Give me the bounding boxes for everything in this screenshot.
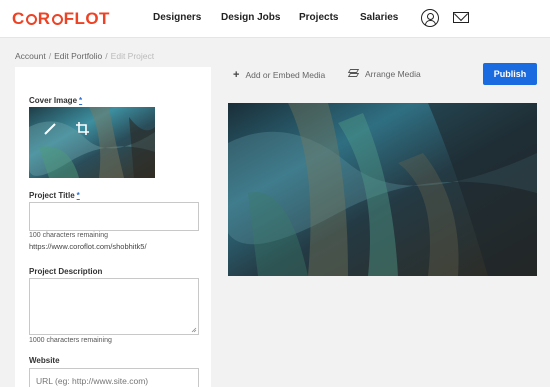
- resize-handle-icon[interactable]: [191, 327, 197, 333]
- website-label: Website: [29, 356, 60, 365]
- project-title-label: Project Title *: [29, 191, 80, 200]
- nav-design-jobs[interactable]: Design Jobs: [221, 12, 280, 23]
- nav-salaries[interactable]: Salaries: [360, 12, 398, 23]
- top-bar: C R FLOT Designers Design Jobs Projects Sa…: [0, 0, 550, 38]
- logo-letter-c: C: [12, 9, 25, 28]
- logo-letters-flot: FLOT: [63, 9, 110, 28]
- breadcrumb-edit-portfolio[interactable]: Edit Portfolio: [54, 51, 102, 61]
- title-characters-remaining: 100 characters remaining: [29, 232, 108, 239]
- project-description-field[interactable]: [29, 278, 199, 335]
- breadcrumb-edit-project: Edit Project: [110, 51, 155, 61]
- publish-button[interactable]: Publish: [483, 63, 537, 85]
- website-field[interactable]: [29, 368, 199, 387]
- plus-icon: +: [233, 69, 240, 81]
- coroflot-logo[interactable]: C R FLOT: [12, 9, 110, 29]
- arrange-media-label: Arrange Media: [365, 69, 421, 79]
- logo-o-ring: [51, 14, 63, 25]
- aerial-landscape-picture: [228, 103, 537, 276]
- logo-o-ring: [25, 14, 37, 25]
- add-embed-media-label: Add or Embed Media: [245, 70, 326, 80]
- add-embed-media-button[interactable]: + Add or Embed Media: [233, 69, 325, 81]
- arrange-media-button[interactable]: Arrange Media: [347, 69, 421, 79]
- layers-icon: [347, 69, 360, 78]
- mail-icon[interactable]: [453, 12, 469, 23]
- user-account-icon[interactable]: [421, 9, 439, 27]
- cover-image-label: Cover Image *: [29, 96, 83, 105]
- nav-projects[interactable]: Projects: [299, 12, 338, 23]
- nav-designers[interactable]: Designers: [153, 12, 201, 23]
- cover-image-picture: [29, 107, 155, 178]
- project-title-input[interactable]: [30, 203, 198, 230]
- logo-letter-r: R: [37, 9, 51, 28]
- website-input[interactable]: [30, 369, 198, 387]
- breadcrumb-account[interactable]: Account: [15, 51, 46, 61]
- project-form-panel: Cover Image * Project Title * 100 charac…: [15, 67, 211, 387]
- breadcrumb: Account / Edit Portfolio / Edit Project: [15, 51, 155, 61]
- project-url: https://www.coroflot.com/shobhitk5/: [29, 242, 147, 251]
- media-preview-image[interactable]: [228, 103, 537, 276]
- cover-image-thumbnail[interactable]: [29, 107, 155, 178]
- description-characters-remaining: 1000 characters remaining: [29, 337, 112, 344]
- project-description-label: Project Description: [29, 267, 103, 276]
- edit-pencil-icon[interactable]: [43, 122, 57, 136]
- project-title-field[interactable]: [29, 202, 199, 231]
- crop-icon[interactable]: [76, 122, 89, 135]
